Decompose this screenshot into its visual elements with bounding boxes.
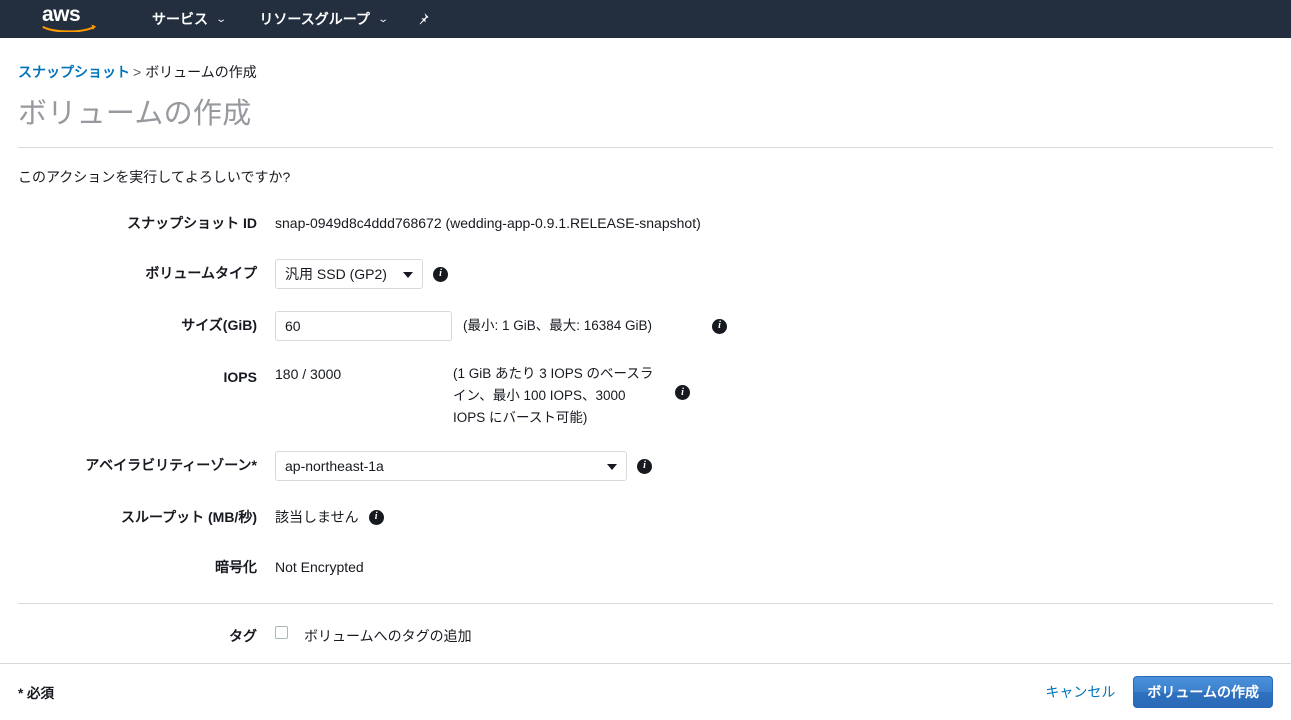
pushpin-icon — [419, 12, 429, 24]
chevron-down-icon — [607, 464, 617, 471]
pin-shortcut-button[interactable] — [415, 12, 430, 27]
confirmation-text: このアクションを実行してよろしいですか? — [18, 169, 291, 186]
form-row-availability-zone: アベイラビリティーゾーン* ap-northeast-1a i — [18, 451, 1273, 482]
info-icon[interactable]: i — [637, 458, 652, 474]
info-icon[interactable]: i — [675, 385, 690, 401]
size-control: (最小: 1 GiB、最大: 16384 GiB) i — [275, 311, 1273, 342]
tags-section-divider — [18, 603, 1273, 605]
chevron-down-icon — [403, 272, 413, 279]
info-icon[interactable]: i — [433, 266, 448, 282]
form-row-size: サイズ(GiB) (最小: 1 GiB、最大: 16384 GiB) i — [18, 311, 1273, 342]
size-input[interactable] — [275, 311, 452, 342]
breadcrumb-separator: > — [133, 64, 142, 80]
volume-type-label: ボリュームタイプ — [145, 265, 257, 282]
info-icon[interactable]: i — [712, 318, 728, 334]
cancel-button[interactable]: キャンセル — [1045, 682, 1115, 702]
form-row-iops: IOPS 180 / 3000 (1 GiB あたり 3 IOPS のベースライ… — [18, 363, 1273, 429]
nav-item-services[interactable]: サービス ⌄ — [152, 9, 227, 29]
nav-item-resource-groups-label: リソースグループ — [259, 11, 370, 27]
throughput-label: スループット (MB/秒) — [120, 509, 257, 526]
breadcrumb-current: ボリュームの作成 — [145, 64, 257, 80]
encryption-control: Not Encrypted — [275, 553, 1273, 581]
size-hint: (最小: 1 GiB、最大: 16384 GiB) — [463, 318, 653, 334]
chevron-down-icon: ⌄ — [215, 13, 227, 25]
availability-zone-selected-value: ap-northeast-1a — [285, 458, 384, 475]
form-row-volume-type: ボリュームタイプ 汎用 SSD (GP2) i — [18, 259, 1273, 290]
throughput-control: 該当しません i — [275, 503, 1273, 531]
add-tags-checkbox-label[interactable]: ボリュームへのタグの追加 — [304, 626, 472, 646]
iops-hint: (1 GiB あたり 3 IOPS のベースライン、最小 100 IOPS、30… — [453, 366, 654, 426]
iops-value: 180 / 3000 — [275, 366, 342, 383]
availability-zone-label: アベイラビリティーゾーン* — [85, 457, 257, 474]
volume-type-control: 汎用 SSD (GP2) i — [275, 259, 1273, 290]
form-row-encryption: 暗号化 Not Encrypted — [18, 553, 1273, 581]
page-content: スナップショット > ボリュームの作成 ボリュームの作成 このアクションを実行してよ… — [0, 38, 1291, 646]
create-volume-button[interactable]: ボリュームの作成 — [1133, 676, 1273, 708]
footer-actions: キャンセル ボリュームの作成 — [1045, 676, 1273, 708]
encryption-label: 暗号化 — [215, 559, 257, 576]
iops-control: 180 / 3000 (1 GiB あたり 3 IOPS のベースライン、最小 … — [275, 363, 1273, 429]
chevron-down-icon: ⌄ — [377, 13, 389, 25]
form-row-throughput: スループット (MB/秒) 該当しません i — [18, 503, 1273, 531]
page-title: ボリュームの作成 — [18, 98, 252, 130]
top-navigation-bar: aws サービス ⌄ リソースグループ ⌄ — [0, 0, 1291, 38]
availability-zone-control: ap-northeast-1a i — [275, 451, 1273, 482]
snapshot-id-label: スナップショット ID — [127, 215, 257, 232]
required-field-note: * 必須 — [18, 686, 55, 701]
tags-control: ボリュームへのタグの追加 — [275, 626, 1273, 646]
tags-label: タグ — [229, 628, 257, 645]
aws-wordmark: aws — [42, 3, 81, 26]
encryption-value: Not Encrypted — [275, 559, 364, 576]
info-icon[interactable]: i — [368, 509, 384, 525]
nav-item-services-label: サービス — [152, 11, 208, 27]
form-footer: * 必須 キャンセル ボリュームの作成 — [0, 663, 1291, 720]
throughput-value: 該当しません — [275, 509, 359, 526]
volume-type-select[interactable]: 汎用 SSD (GP2) — [275, 259, 423, 290]
breadcrumb-link-snapshots[interactable]: スナップショット — [18, 64, 130, 80]
add-tags-checkbox[interactable] — [275, 626, 288, 640]
title-divider — [18, 147, 1273, 149]
snapshot-id-control: snap-0949d8c4ddd768672 (wedding-app-0.9.… — [275, 209, 1273, 237]
iops-label: IOPS — [223, 369, 257, 386]
availability-zone-select[interactable]: ap-northeast-1a — [275, 451, 627, 482]
breadcrumb: スナップショット > ボリュームの作成 — [18, 38, 1273, 82]
form-row-tags: タグ ボリュームへのタグの追加 — [18, 626, 1273, 646]
nav-item-resource-groups[interactable]: リソースグループ ⌄ — [259, 9, 389, 29]
aws-logo[interactable]: aws — [42, 3, 104, 33]
create-volume-form: スナップショット ID snap-0949d8c4ddd768672 (wedd… — [18, 209, 1273, 646]
snapshot-id-value: snap-0949d8c4ddd768672 (wedding-app-0.9.… — [275, 215, 701, 232]
form-row-snapshot-id: スナップショット ID snap-0949d8c4ddd768672 (wedd… — [18, 209, 1273, 237]
size-label: サイズ(GiB) — [181, 317, 257, 334]
volume-type-selected-value: 汎用 SSD (GP2) — [285, 266, 387, 283]
